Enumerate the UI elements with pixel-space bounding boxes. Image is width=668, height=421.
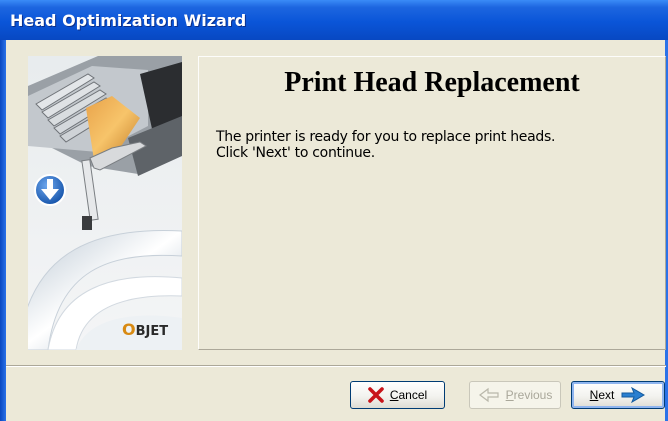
instruction-line-1: The printer is ready for you to replace …: [216, 129, 556, 145]
separator: [6, 365, 666, 367]
download-arrow-icon: [34, 174, 66, 206]
arrow-left-icon: [478, 387, 499, 403]
cancel-button-label: Cancel: [389, 388, 428, 402]
x-icon: [368, 387, 384, 403]
cancel-button[interactable]: Cancel: [350, 381, 445, 409]
page-title: Print Head Replacement: [284, 67, 580, 98]
objet-logo-text: BJET: [135, 324, 169, 339]
objet-logo-letter: O: [122, 320, 136, 339]
instruction-text: The printer is ready for you to replace …: [216, 129, 555, 161]
arrow-right-icon: [621, 387, 646, 403]
instruction-line-2: Click 'Next' to continue.: [216, 145, 375, 161]
content-panel: Print Head Replacement The printer is re…: [198, 56, 666, 350]
next-button[interactable]: Next: [571, 381, 665, 409]
print-head-illustration: [28, 56, 182, 350]
window-title: Head Optimization Wizard: [10, 11, 247, 30]
previous-button-label: Previous: [505, 388, 553, 402]
window-left-border: [0, 40, 6, 421]
previous-button[interactable]: Previous: [469, 381, 561, 409]
wizard-image: OBJET: [28, 56, 182, 350]
title-bar[interactable]: Head Optimization Wizard: [0, 0, 668, 40]
objet-logo: OBJET: [122, 320, 168, 339]
next-button-label: Next: [589, 388, 615, 402]
